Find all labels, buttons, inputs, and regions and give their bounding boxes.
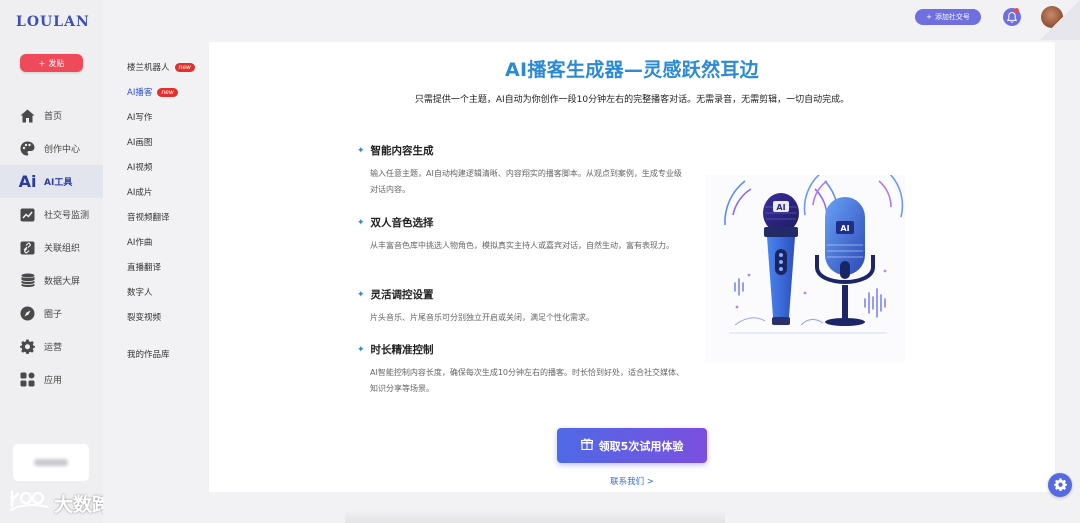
submenu-label: 我的作品库: [127, 350, 170, 360]
nav-label: 关联组织: [44, 244, 81, 254]
chart-icon: [19, 206, 36, 223]
palette-icon: [19, 140, 36, 157]
gear-icon: [1053, 476, 1067, 495]
nav-label: 应用: [44, 376, 63, 386]
mic-ai-label: AI: [840, 224, 849, 233]
bottom-bar: [345, 510, 725, 523]
sparkle-icon: ✦: [357, 145, 365, 156]
mic-ai-label: AI: [776, 203, 785, 212]
nav-item-ai-tools[interactable]: Ai AI工具: [0, 165, 103, 198]
nav-item-organization[interactable]: 关联组织: [0, 231, 103, 264]
submenu-item-my-works[interactable]: 我的作品库: [127, 348, 170, 360]
submenu-item-ai-podcast[interactable]: AI播客 new: [127, 86, 178, 98]
submenu-label: 楼兰机器人: [127, 63, 170, 73]
publish-label: 发贴: [48, 58, 65, 68]
feature-title: 双人音色选择: [370, 217, 434, 229]
submenu-item-loulan-bot[interactable]: 楼兰机器人 new: [127, 61, 195, 73]
nav-item-operations[interactable]: 运营: [0, 330, 103, 363]
nav-item-dashboard[interactable]: 数据大屏: [0, 264, 103, 297]
plus-icon: +: [926, 13, 932, 21]
main-nav: 首页 创作中心 Ai AI工具 社交号监测 关联组织 数据大屏 圈子 运营 应用: [0, 99, 103, 396]
nav-item-creation[interactable]: 创作中心: [0, 132, 103, 165]
user-card[interactable]: [13, 444, 89, 481]
page-title: AI播客生成器—灵感跃然耳边: [505, 59, 759, 81]
free-trial-button[interactable]: 领取5次试用体验: [557, 428, 707, 463]
new-badge: new: [157, 87, 178, 97]
sparkle-icon: ✦: [357, 344, 365, 355]
submenu-item-fission-video[interactable]: 裂变视频: [127, 311, 161, 323]
submenu-label: AI成片: [127, 188, 153, 198]
nav-item-home[interactable]: 首页: [0, 99, 103, 132]
submenu-item-ai-image[interactable]: AI画图: [127, 136, 152, 148]
submenu-label: 直播翻译: [127, 263, 162, 273]
submenu-item-ai-video[interactable]: AI视频: [127, 161, 152, 173]
link-icon: [19, 239, 36, 256]
feature-description: 输入任意主题，AI自动构建逻辑清晰、内容翔实的播客脚本。从观点到案例，生成专业级…: [370, 169, 682, 194]
corner-decoration: [1040, 0, 1080, 40]
feature-item: ✦ 时长精准控制 AI智能控制内容长度，确保每次生成10分钟左右的播客。时长恰到好…: [357, 342, 687, 397]
nav-label: 运营: [44, 343, 63, 353]
feature-title: 时长精准控制: [370, 344, 434, 356]
feature-item: ✦ 双人音色选择 从丰富音色库中挑选人物角色，模拟真实主持人或嘉宾对话，自然生动，…: [357, 215, 687, 254]
plus-icon: +: [38, 58, 46, 68]
feature-item: ✦ 灵活调控设置 片头音乐、片尾音乐可分别独立开启或关闭，满足个性化需求。: [357, 287, 687, 326]
add-social-account-button[interactable]: + 添加社交号: [915, 9, 981, 25]
contact-us-link[interactable]: 联系我们 >: [209, 475, 1055, 487]
feature-description: 片头音乐、片尾音乐可分别独立开启或关闭，满足个性化需求。: [370, 313, 594, 322]
feature-title: 智能内容生成: [370, 145, 434, 157]
compass-icon: [19, 305, 36, 322]
submenu-label: AI作曲: [127, 238, 153, 248]
nav-label: 圈子: [44, 310, 63, 320]
submenu-item-live-translate[interactable]: 直播翻译: [127, 261, 161, 273]
home-icon: [19, 107, 36, 124]
submenu-item-av-translate[interactable]: 音视频翻译: [127, 211, 170, 223]
nav-item-apps[interactable]: 应用: [0, 363, 103, 396]
submenu-label: AI播客: [127, 88, 153, 98]
gift-icon: [580, 438, 593, 453]
submenu-label: 音视频翻译: [127, 213, 170, 223]
publish-button[interactable]: + 发贴: [20, 54, 83, 72]
add-social-label: 添加社交号: [934, 13, 970, 21]
submenu-label: AI画图: [127, 138, 153, 148]
floating-settings-button[interactable]: [1048, 473, 1072, 497]
database-icon: [19, 272, 36, 289]
apps-icon: [19, 371, 36, 388]
nav-label: 创作中心: [44, 145, 81, 155]
nav-item-circle[interactable]: 圈子: [0, 297, 103, 330]
left-sidebar: LOULAN + 发贴 首页 创作中心 Ai AI工具 社交号监测 关联组织 数…: [0, 0, 103, 523]
sparkle-icon: ✦: [357, 289, 365, 300]
nav-label: 社交号监测: [44, 211, 90, 221]
feature-description: 从丰富音色库中挑选人物角色，模拟真实主持人或嘉宾对话，自然生动，富有表现力。: [370, 241, 674, 250]
submenu-label: 裂变视频: [127, 313, 162, 323]
submenu-item-ai-writing[interactable]: AI写作: [127, 111, 152, 123]
feature-description: AI智能控制内容长度，确保每次生成10分钟左右的播客。时长恰到好处，适合社交媒体…: [370, 368, 685, 393]
page-subtitle: 只需提供一个主题，AI自动为你创作一段10分钟左右的完整播客对话。无需录音，无需…: [414, 95, 850, 105]
feature-item: ✦ 智能内容生成 输入任意主题，AI自动构建逻辑清晰、内容翔实的播客脚本。从观点到…: [357, 143, 687, 198]
submenu-label: AI视频: [127, 163, 153, 173]
nav-label: 首页: [44, 112, 63, 122]
nav-item-social-monitor[interactable]: 社交号监测: [0, 198, 103, 231]
submenu-item-ai-compose[interactable]: AI作曲: [127, 236, 152, 248]
podcast-microphones-illustration: AI AI: [705, 175, 905, 363]
watermark-logo-icon: [8, 490, 50, 517]
notification-dot: [1014, 8, 1019, 13]
submenu-label: 数字人: [127, 288, 153, 298]
main-content: AI播客生成器—灵感跃然耳边 只需提供一个主题，AI自动为你创作一段10分钟左右…: [209, 42, 1055, 492]
submenu-item-ai-film[interactable]: AI成片: [127, 186, 152, 198]
blurred-username: [34, 459, 68, 466]
ai-icon: Ai: [18, 172, 37, 191]
submenu-item-digital-human[interactable]: 数字人: [127, 286, 153, 298]
cta-label: 领取5次试用体验: [598, 439, 684, 453]
sparkle-icon: ✦: [357, 217, 365, 228]
feature-title: 灵活调控设置: [370, 289, 434, 301]
app-logo[interactable]: LOULAN: [16, 14, 90, 30]
nav-label: AI工具: [44, 178, 73, 188]
submenu-label: AI写作: [127, 113, 153, 123]
ai-tools-submenu: 楼兰机器人 new AI播客 new AI写作 AI画图 AI视频 AI成片 音…: [103, 0, 209, 523]
nav-label: 数据大屏: [44, 277, 81, 287]
gear-icon: [19, 338, 36, 355]
new-badge: new: [174, 62, 195, 72]
